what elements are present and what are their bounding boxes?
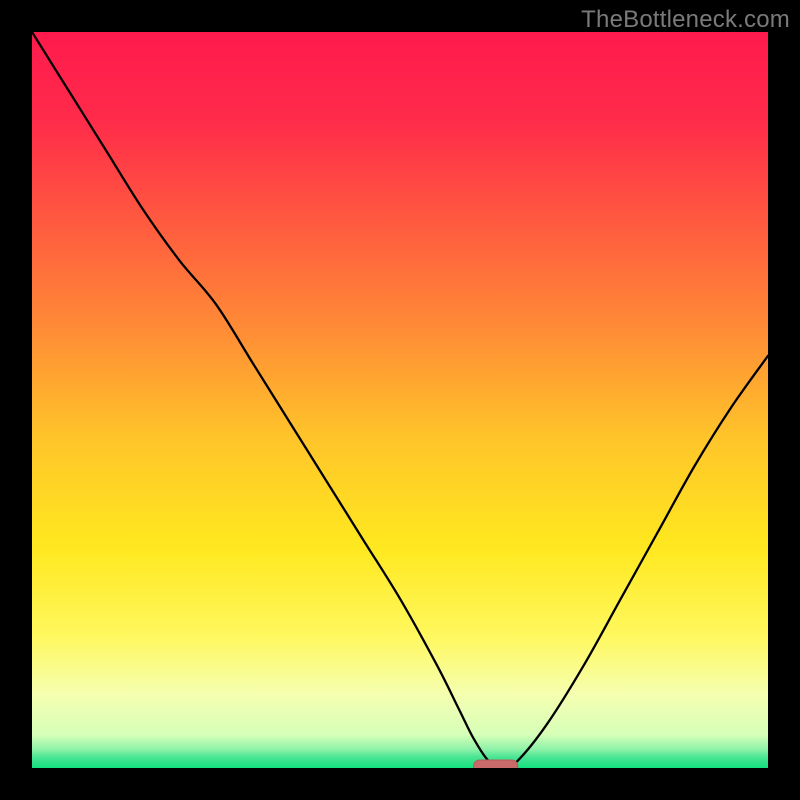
heatmap-background xyxy=(32,32,768,768)
optimum-marker xyxy=(474,760,518,768)
chart-frame: TheBottleneck.com xyxy=(0,0,800,800)
bottleneck-chart xyxy=(32,32,768,768)
watermark-label: TheBottleneck.com xyxy=(581,6,790,34)
